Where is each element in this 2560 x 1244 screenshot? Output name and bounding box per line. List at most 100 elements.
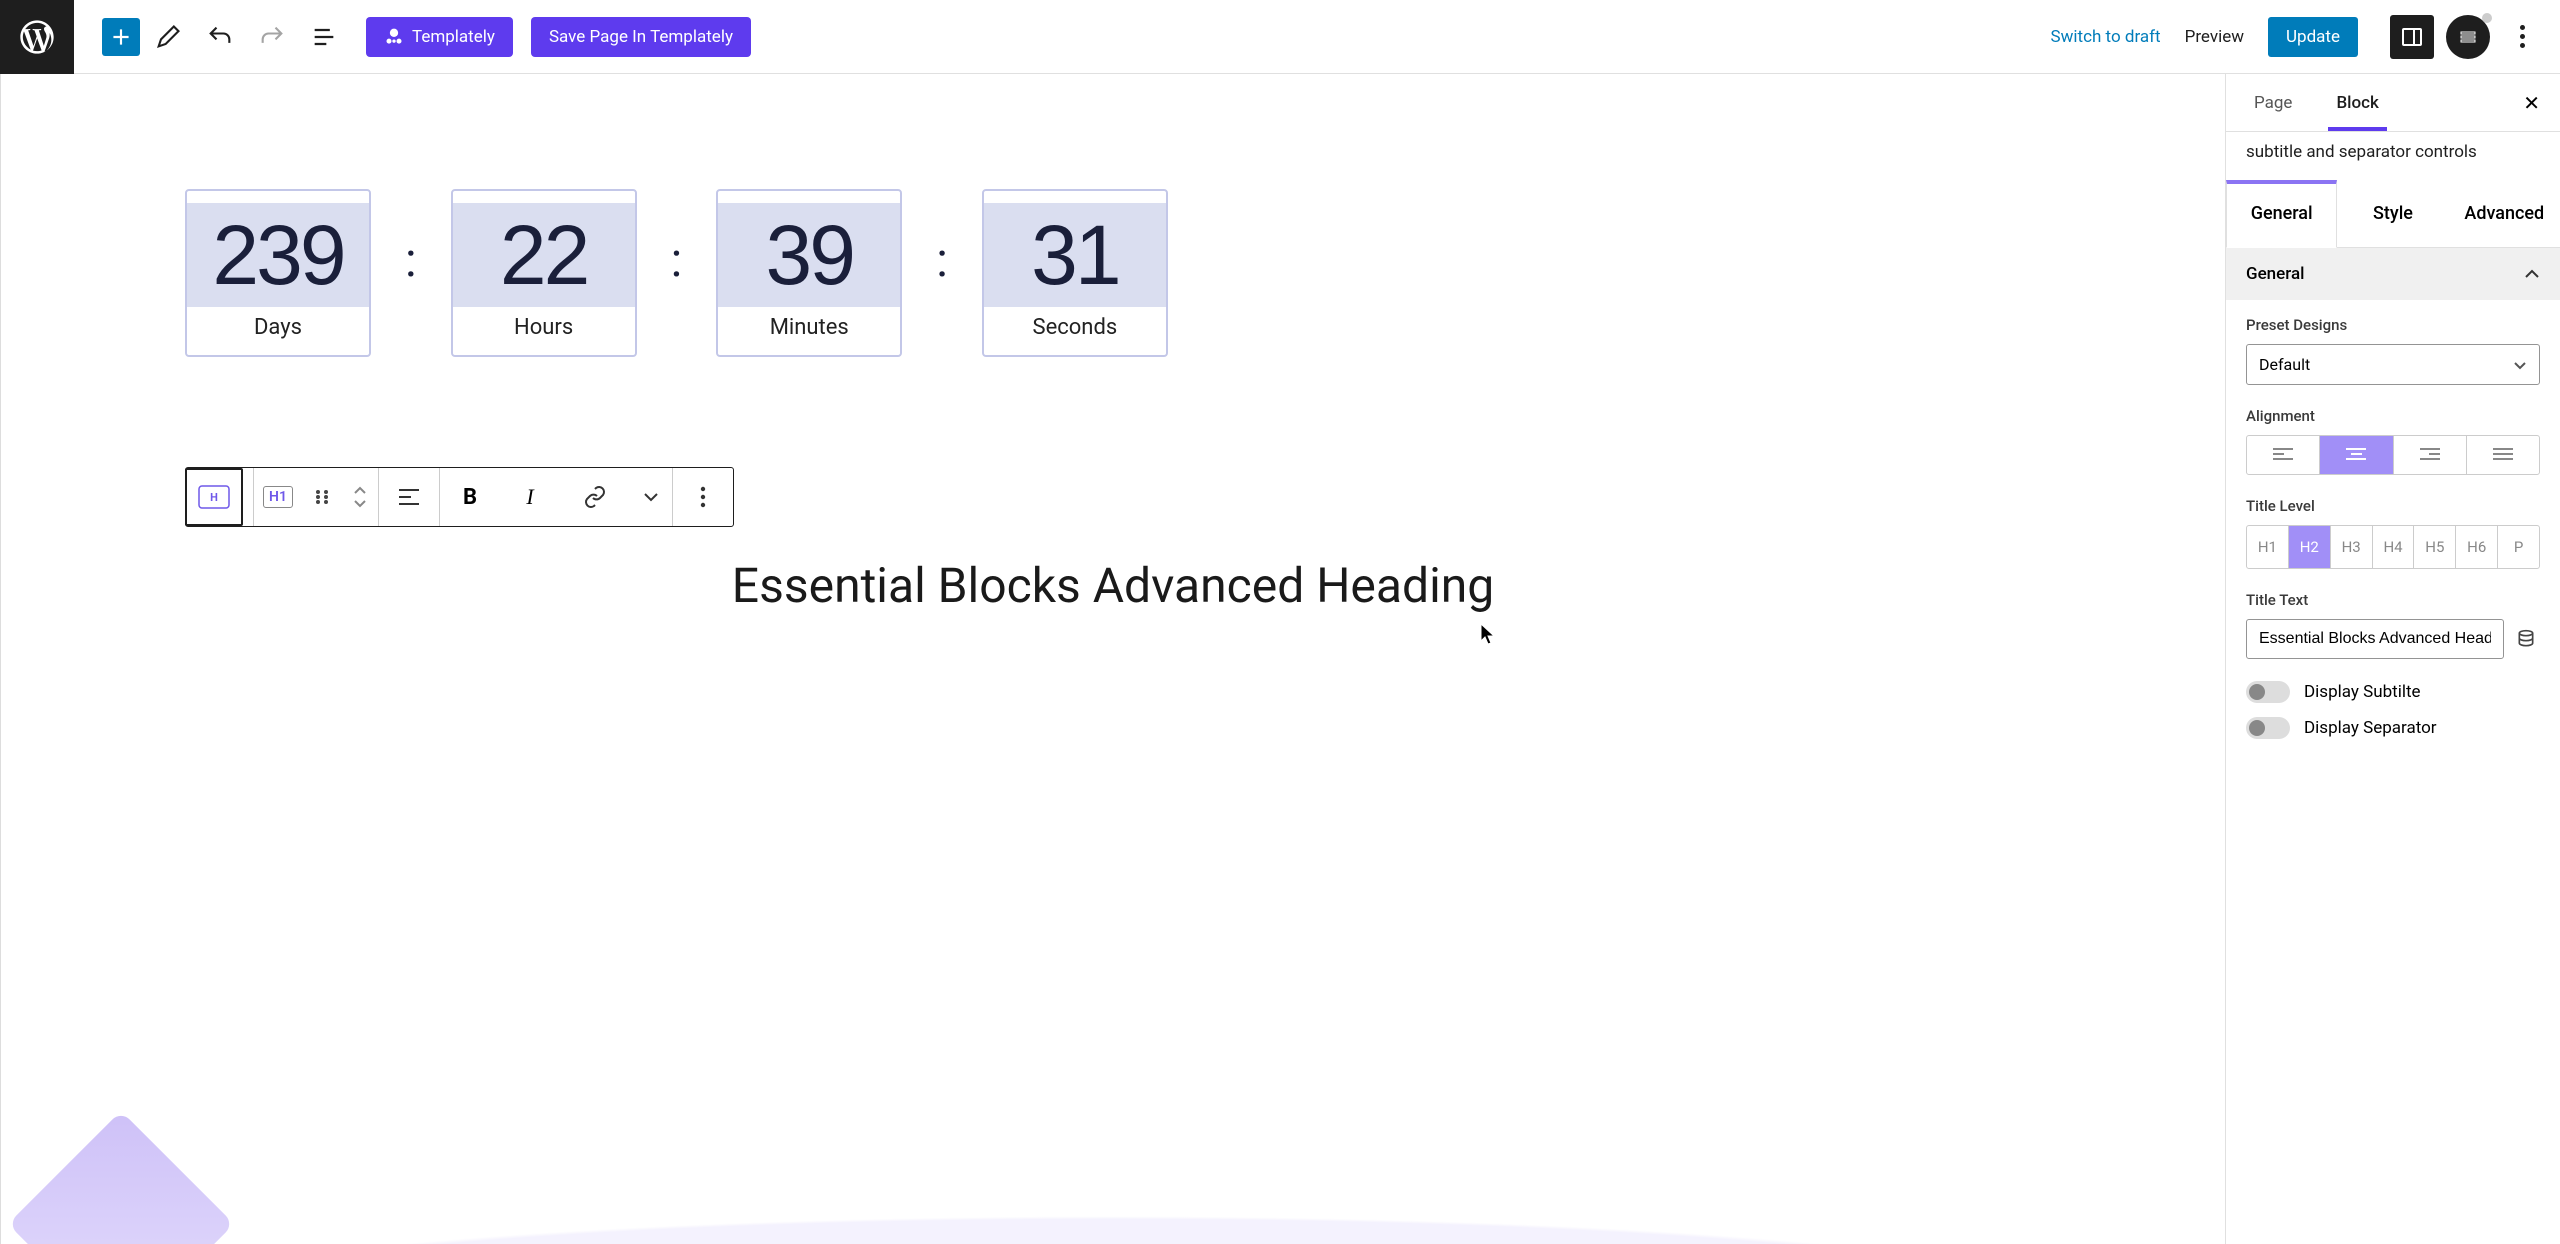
save-templately-button[interactable]: Save Page In Templately [531,17,751,57]
display-subtitle-toggle[interactable] [2246,681,2290,703]
editor-top-bar: Templately Save Page In Templately Switc… [0,0,2560,74]
block-toolbar: H H1 B [185,467,734,527]
editor-canvas[interactable]: 239Days:22Hours:39Minutes:31Seconds H H1 [0,74,2225,1244]
countdown-label: Minutes [770,315,849,344]
link-icon [583,485,607,509]
align-justify-button[interactable] [2466,436,2539,474]
svg-text:H: H [210,491,218,504]
title-level-buttons: H1H2H3H4H5H6P [2246,525,2540,569]
undo-icon [206,23,234,51]
alignment-buttons [2246,435,2540,475]
toolbar-left-group: Templately Save Page In Templately [74,13,751,61]
advanced-heading-block[interactable]: Essential Blocks Advanced Heading [25,557,2201,614]
more-rich-text-button[interactable] [630,468,672,526]
title-level-h5[interactable]: H5 [2413,526,2455,568]
align-button[interactable] [379,468,439,526]
templately-icon [384,27,404,47]
edit-mode-button[interactable] [144,13,192,61]
countdown-block[interactable]: 239Days:22Hours:39Minutes:31Seconds [25,74,2201,357]
display-separator-label: Display Separator [2304,718,2437,738]
title-level-h2[interactable]: H2 [2288,526,2330,568]
kebab-icon [700,486,706,508]
title-level-h1[interactable]: H1 [2247,526,2288,568]
preset-designs-label: Preset Designs [2246,316,2540,334]
title-level-label: Title Level [2246,497,2540,515]
tab-block[interactable]: Block [2328,77,2386,131]
toolbar-right-group: Switch to draft Preview Update [2051,15,2542,59]
redo-button[interactable] [248,13,296,61]
drag-handle-button[interactable] [302,468,342,526]
countdown-unit-seconds: 31Seconds [982,189,1168,357]
dynamic-content-button[interactable] [2512,625,2540,653]
list-icon [310,23,338,51]
italic-button[interactable]: I [500,468,560,526]
countdown-value: 22 [453,203,635,307]
title-text-label: Title Text [2246,591,2540,609]
title-text-input[interactable] [2246,619,2504,659]
stack-icon [2456,25,2480,49]
plus-icon [108,24,134,50]
settings-panel-button[interactable] [2390,15,2434,59]
subtab-advanced[interactable]: Advanced [2449,180,2560,247]
update-button[interactable]: Update [2268,17,2358,57]
heading-block-icon: H [198,485,230,509]
alignment-label: Alignment [2246,407,2540,425]
display-separator-toggle[interactable] [2246,717,2290,739]
section-general-body: Preset Designs Default Alignment Title L… [2226,300,2560,769]
sidebar-tabs: Page Block ✕ [2226,74,2560,132]
subtab-style[interactable]: Style [2337,180,2448,247]
preset-designs-value: Default [2259,355,2310,374]
add-block-button[interactable] [102,18,140,56]
sidebar-panel-icon [2400,25,2424,49]
close-sidebar-button[interactable]: ✕ [2523,93,2540,113]
templately-button[interactable]: Templately [366,17,513,57]
title-level-p[interactable]: P [2497,526,2539,568]
templately-label: Templately [412,27,495,47]
tab-page[interactable]: Page [2246,77,2300,129]
chevron-down-icon [353,498,367,508]
settings-sidebar: Page Block ✕ subtitle and separator cont… [2225,74,2560,1244]
chevron-up-icon [353,486,367,496]
redo-icon [258,23,286,51]
decorative-wave [1,1204,2225,1244]
link-button[interactable] [560,468,630,526]
chevron-down-icon [2513,360,2527,370]
countdown-separator: : [671,231,683,288]
chevron-up-icon [2524,268,2540,280]
block-description: subtitle and separator controls [2226,132,2560,168]
wordpress-icon [17,17,57,57]
countdown-unit-minutes: 39 Minutes [716,189,902,357]
subtab-general[interactable]: General [2226,180,2337,248]
title-level-h3[interactable]: H3 [2330,526,2372,568]
countdown-unit-hours: 22Hours [451,189,637,357]
block-options-button[interactable] [673,468,733,526]
block-type-button[interactable]: H [185,468,243,526]
preset-designs-select[interactable]: Default [2246,344,2540,385]
countdown-separator: : [405,231,417,288]
switch-to-draft-link[interactable]: Switch to draft [2051,27,2161,47]
countdown-value: 39 [718,203,900,307]
undo-button[interactable] [196,13,244,61]
heading-level-button[interactable]: H1 [254,468,302,526]
display-subtitle-label: Display Subtilte [2304,682,2421,702]
section-general-title: General [2246,264,2304,284]
preview-button[interactable]: Preview [2185,27,2244,47]
chevron-down-icon [643,491,659,503]
move-buttons[interactable] [342,468,378,526]
align-left-button[interactable] [2247,436,2319,474]
bold-button[interactable]: B [440,468,500,526]
editor-layout: 239Days:22Hours:39Minutes:31Seconds H H1 [0,74,2560,1244]
block-settings-tabs: General Style Advanced [2226,180,2560,248]
more-options-button[interactable] [2502,25,2542,48]
drag-icon [313,488,331,506]
title-level-h4[interactable]: H4 [2372,526,2414,568]
align-right-button[interactable] [2393,436,2466,474]
essential-blocks-button[interactable] [2446,15,2490,59]
align-center-button[interactable] [2319,436,2392,474]
title-level-h6[interactable]: H6 [2455,526,2497,568]
list-view-button[interactable] [300,13,348,61]
countdown-value: 239 [187,203,369,307]
database-icon [2516,629,2536,649]
wordpress-logo[interactable] [0,0,74,74]
section-general-header[interactable]: General [2226,248,2560,300]
